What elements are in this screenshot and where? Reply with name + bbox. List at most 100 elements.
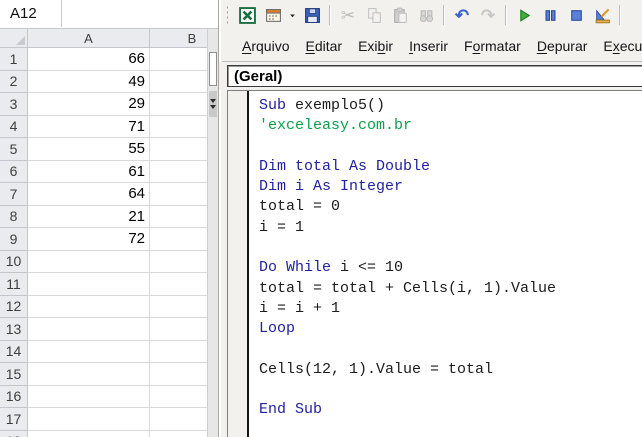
- row-header-16[interactable]: 16: [0, 386, 28, 409]
- cell-b4[interactable]: [150, 116, 207, 139]
- object-dropdown[interactable]: (Geral): [227, 65, 642, 87]
- excel-vertical-scrollbar[interactable]: [207, 29, 218, 437]
- code-line: total = total + Cells(i, 1).Value: [259, 279, 642, 299]
- row-header-17[interactable]: 17: [0, 408, 28, 431]
- row-header-13[interactable]: 13: [0, 318, 28, 341]
- cell-b3[interactable]: [150, 93, 207, 116]
- cell-b7[interactable]: [150, 183, 207, 206]
- row-header-15[interactable]: 15: [0, 363, 28, 386]
- menu-formatar[interactable]: Formatar: [456, 34, 529, 58]
- row-header-2[interactable]: 2: [0, 71, 28, 94]
- cell-b18[interactable]: [150, 431, 207, 437]
- design-mode-icon[interactable]: [592, 5, 612, 25]
- cell-a18[interactable]: [28, 431, 150, 437]
- cell-a10[interactable]: [28, 251, 150, 274]
- paste-icon: [390, 5, 410, 25]
- cell-b13[interactable]: [150, 318, 207, 341]
- insert-userform-icon[interactable]: [263, 5, 283, 25]
- row-header-10[interactable]: 10: [0, 251, 28, 274]
- cell-a12[interactable]: [28, 296, 150, 319]
- cell-a3[interactable]: 29: [28, 93, 150, 116]
- margin-indicator-bar[interactable]: [228, 91, 249, 437]
- cell-a5[interactable]: 55: [28, 138, 150, 161]
- worksheet-grid[interactable]: AB 1662493294715556617648219721011121314…: [0, 29, 207, 437]
- menu-exibir[interactable]: Exibir: [350, 34, 401, 58]
- table-row: 10: [0, 251, 207, 274]
- row-header-7[interactable]: 7: [0, 183, 28, 206]
- toolbar-drag-handle[interactable]: [226, 5, 229, 25]
- row-header-8[interactable]: 8: [0, 206, 28, 229]
- cell-b6[interactable]: [150, 161, 207, 184]
- column-header-a[interactable]: A: [28, 29, 150, 48]
- code-window: Sub exemplo5()'exceleasy.com.br Dim tota…: [227, 90, 642, 437]
- save-icon[interactable]: [302, 5, 322, 25]
- formula-bar: A12: [0, 0, 218, 29]
- cell-a1[interactable]: 66: [28, 48, 150, 71]
- row-header-12[interactable]: 12: [0, 296, 28, 319]
- cell-b17[interactable]: [150, 408, 207, 431]
- cell-a9[interactable]: 72: [28, 228, 150, 251]
- name-box[interactable]: A12: [0, 0, 62, 27]
- excel-window: A12 AB 166249329471555661764821972101112…: [0, 0, 218, 437]
- code-editor[interactable]: Sub exemplo5()'exceleasy.com.br Dim tota…: [249, 91, 642, 437]
- cell-a6[interactable]: 61: [28, 161, 150, 184]
- scrollbar-thumb[interactable]: [209, 52, 217, 86]
- select-all-corner[interactable]: [0, 29, 28, 48]
- cell-b5[interactable]: [150, 138, 207, 161]
- menu-items: ArquivoEditarExibirInserirFormatarDepura…: [234, 34, 642, 58]
- row-header-5[interactable]: 5: [0, 138, 28, 161]
- insert-dropdown-arrow-icon[interactable]: [287, 5, 298, 25]
- cell-a11[interactable]: [28, 273, 150, 296]
- menu-executar[interactable]: Executar: [595, 34, 642, 58]
- table-row: 555: [0, 138, 207, 161]
- cell-a14[interactable]: [28, 341, 150, 364]
- cell-b11[interactable]: [150, 273, 207, 296]
- toolbar-separator: [505, 5, 507, 25]
- column-header-b[interactable]: B: [150, 29, 207, 48]
- scrollbar-split-handle[interactable]: [209, 91, 217, 117]
- cell-a2[interactable]: 49: [28, 71, 150, 94]
- cell-b2[interactable]: [150, 71, 207, 94]
- cell-b10[interactable]: [150, 251, 207, 274]
- column-header-row: AB: [0, 29, 207, 48]
- cell-a16[interactable]: [28, 386, 150, 409]
- toolbar-separator: [619, 5, 621, 25]
- cell-a7[interactable]: 64: [28, 183, 150, 206]
- cell-b9[interactable]: [150, 228, 207, 251]
- table-row: 821: [0, 206, 207, 229]
- row-header-11[interactable]: 11: [0, 273, 28, 296]
- cell-b8[interactable]: [150, 206, 207, 229]
- table-row: 972: [0, 228, 207, 251]
- row-header-6[interactable]: 6: [0, 161, 28, 184]
- row-header-18[interactable]: 18: [0, 431, 28, 437]
- row-header-14[interactable]: 14: [0, 341, 28, 364]
- cell-a4[interactable]: 71: [28, 116, 150, 139]
- code-line: i = 1: [259, 218, 642, 238]
- vbe-menubar: ArquivoEditarExibirInserirFormatarDepura…: [222, 30, 642, 62]
- row-header-1[interactable]: 1: [0, 48, 28, 71]
- cell-b15[interactable]: [150, 363, 207, 386]
- cell-a13[interactable]: [28, 318, 150, 341]
- undo-icon[interactable]: ↶: [452, 5, 472, 25]
- run-icon[interactable]: [514, 5, 534, 25]
- cell-a17[interactable]: [28, 408, 150, 431]
- row-header-4[interactable]: 4: [0, 116, 28, 139]
- reset-icon[interactable]: [566, 5, 586, 25]
- menu-inserir[interactable]: Inserir: [401, 34, 456, 58]
- menu-depurar[interactable]: Depurar: [529, 34, 596, 58]
- row-header-9[interactable]: 9: [0, 228, 28, 251]
- cell-a15[interactable]: [28, 363, 150, 386]
- cell-b14[interactable]: [150, 341, 207, 364]
- code-line: [259, 238, 642, 258]
- cell-b16[interactable]: [150, 386, 207, 409]
- vbe-toolbar: ✂↶↷: [222, 0, 642, 30]
- break-icon[interactable]: [540, 5, 560, 25]
- cell-a8[interactable]: 21: [28, 206, 150, 229]
- menu-arquivo[interactable]: Arquivo: [234, 34, 297, 58]
- cell-b12[interactable]: [150, 296, 207, 319]
- row-header-3[interactable]: 3: [0, 93, 28, 116]
- code-line: total = 0: [259, 197, 642, 217]
- cell-b1[interactable]: [150, 48, 207, 71]
- menu-editar[interactable]: Editar: [297, 34, 350, 58]
- view-excel-icon[interactable]: [237, 5, 257, 25]
